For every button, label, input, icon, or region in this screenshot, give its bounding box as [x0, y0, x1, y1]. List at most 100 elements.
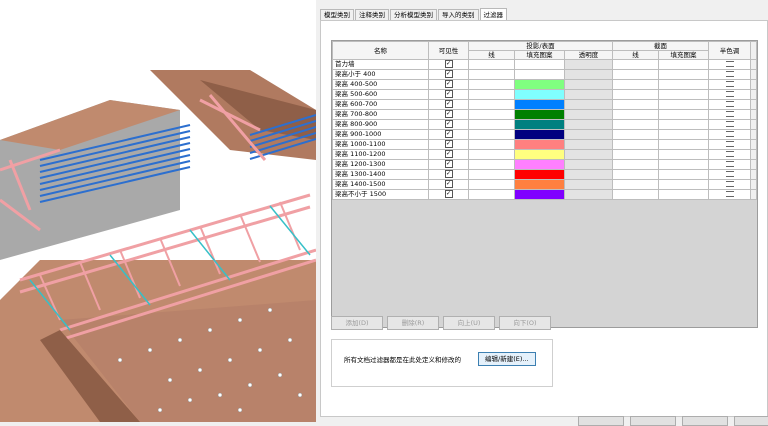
filter-name-cell[interactable]: 首力墙 [332, 59, 429, 70]
projection-lines-cell[interactable] [468, 119, 515, 130]
halftone-toggle[interactable] [725, 61, 734, 67]
visibility-checkbox[interactable]: ✓ [444, 150, 453, 158]
cut-lines-cell[interactable] [612, 149, 659, 160]
filter-row[interactable]: 梁高 900-1000 ✓ [332, 129, 757, 140]
cut-fill-pattern-cell[interactable] [658, 169, 709, 180]
cut-lines-cell[interactable] [612, 159, 659, 170]
halftone-cell[interactable] [708, 99, 751, 110]
halftone-cell[interactable] [708, 149, 751, 160]
halftone-cell[interactable] [708, 59, 751, 70]
tab-analytical-model-categories[interactable]: 分析模型类别 [390, 9, 437, 20]
visibility-checkbox-cell[interactable]: ✓ [428, 119, 469, 130]
filter-row[interactable]: 梁高不小于 1500 ✓ [332, 189, 757, 200]
projection-lines-cell[interactable] [468, 69, 515, 80]
move-up-button[interactable]: 向上(U) [443, 316, 495, 330]
projection-fill-pattern-cell[interactable] [514, 149, 565, 160]
cut-fill-pattern-cell[interactable] [658, 159, 709, 170]
header-name[interactable]: 名称 [332, 41, 429, 60]
filter-name-cell[interactable]: 梁高小于 400 [332, 69, 429, 80]
cut-fill-pattern-cell[interactable] [658, 189, 709, 200]
halftone-cell[interactable] [708, 189, 751, 200]
header-halftone[interactable]: 半色调 [708, 41, 751, 60]
projection-lines-cell[interactable] [468, 79, 515, 90]
filter-row[interactable]: 梁高 700-800 ✓ [332, 109, 757, 120]
cut-fill-pattern-cell[interactable] [658, 99, 709, 110]
projection-lines-cell[interactable] [468, 159, 515, 170]
cut-fill-pattern-cell[interactable] [658, 149, 709, 160]
visibility-checkbox[interactable]: ✓ [444, 90, 453, 98]
move-down-button[interactable]: 向下(O) [499, 316, 551, 330]
tab-annotation-categories[interactable]: 注释类别 [355, 9, 389, 20]
filter-name-cell[interactable]: 梁高 900-1000 [332, 129, 429, 140]
cut-lines-cell[interactable] [612, 59, 659, 70]
add-button[interactable]: 添加(D) [331, 316, 383, 330]
filter-row[interactable]: 首力墙 ✓ [332, 59, 757, 70]
halftone-toggle[interactable] [725, 191, 734, 197]
cut-lines-cell[interactable] [612, 69, 659, 80]
filter-row[interactable]: 梁高 1000-1100 ✓ [332, 139, 757, 150]
projection-fill-pattern-cell[interactable] [514, 179, 565, 190]
3d-viewport[interactable] [0, 0, 316, 422]
filter-row[interactable]: 梁高小于 400 ✓ [332, 69, 757, 80]
visibility-checkbox-cell[interactable]: ✓ [428, 69, 469, 80]
transparency-cell[interactable] [564, 159, 613, 170]
transparency-cell[interactable] [564, 119, 613, 130]
visibility-checkbox[interactable]: ✓ [444, 100, 453, 108]
cut-lines-cell[interactable] [612, 89, 659, 100]
cut-lines-cell[interactable] [612, 99, 659, 110]
header-projection-lines[interactable]: 线 [468, 50, 515, 60]
help-button[interactable] [734, 416, 768, 426]
filter-name-cell[interactable]: 梁高 1200-1300 [332, 159, 429, 170]
filter-name-cell[interactable]: 梁高 1300-1400 [332, 169, 429, 180]
cut-lines-cell[interactable] [612, 179, 659, 190]
visibility-checkbox-cell[interactable]: ✓ [428, 179, 469, 190]
filter-name-cell[interactable]: 梁高 400-500 [332, 79, 429, 90]
projection-lines-cell[interactable] [468, 149, 515, 160]
projection-lines-cell[interactable] [468, 189, 515, 200]
cut-lines-cell[interactable] [612, 109, 659, 120]
apply-button[interactable] [682, 416, 728, 426]
cut-lines-cell[interactable] [612, 79, 659, 90]
cut-lines-cell[interactable] [612, 169, 659, 180]
transparency-cell[interactable] [564, 179, 613, 190]
projection-fill-pattern-cell[interactable] [514, 119, 565, 130]
visibility-checkbox[interactable]: ✓ [444, 160, 453, 168]
visibility-checkbox[interactable]: ✓ [444, 180, 453, 188]
filter-name-cell[interactable]: 梁高 1400-1500 [332, 179, 429, 190]
halftone-cell[interactable] [708, 109, 751, 120]
projection-lines-cell[interactable] [468, 169, 515, 180]
projection-fill-pattern-cell[interactable] [514, 189, 565, 200]
visibility-checkbox[interactable]: ✓ [444, 70, 453, 78]
transparency-cell[interactable] [564, 89, 613, 100]
cut-fill-pattern-cell[interactable] [658, 179, 709, 190]
projection-fill-pattern-cell[interactable] [514, 89, 565, 100]
projection-lines-cell[interactable] [468, 109, 515, 120]
visibility-checkbox-cell[interactable]: ✓ [428, 79, 469, 90]
halftone-cell[interactable] [708, 139, 751, 150]
filter-name-cell[interactable]: 梁高 1100-1200 [332, 149, 429, 160]
transparency-cell[interactable] [564, 59, 613, 70]
visibility-checkbox-cell[interactable]: ✓ [428, 59, 469, 70]
transparency-cell[interactable] [564, 139, 613, 150]
filter-name-cell[interactable]: 梁高 800-900 [332, 119, 429, 130]
transparency-cell[interactable] [564, 99, 613, 110]
cut-lines-cell[interactable] [612, 139, 659, 150]
visibility-checkbox[interactable]: ✓ [444, 60, 453, 68]
halftone-toggle[interactable] [725, 161, 734, 167]
projection-lines-cell[interactable] [468, 99, 515, 110]
halftone-cell[interactable] [708, 69, 751, 80]
halftone-toggle[interactable] [725, 141, 734, 147]
projection-fill-pattern-cell[interactable] [514, 109, 565, 120]
filter-row[interactable]: 梁高 500-600 ✓ [332, 89, 757, 100]
filter-name-cell[interactable]: 梁高 500-600 [332, 89, 429, 100]
visibility-checkbox-cell[interactable]: ✓ [428, 169, 469, 180]
projection-fill-pattern-cell[interactable] [514, 79, 565, 90]
projection-fill-pattern-cell[interactable] [514, 69, 565, 80]
filter-row[interactable]: 梁高 400-500 ✓ [332, 79, 757, 90]
halftone-toggle[interactable] [725, 131, 734, 137]
cut-fill-pattern-cell[interactable] [658, 79, 709, 90]
cut-fill-pattern-cell[interactable] [658, 139, 709, 150]
halftone-toggle[interactable] [725, 121, 734, 127]
projection-lines-cell[interactable] [468, 129, 515, 140]
cut-fill-pattern-cell[interactable] [658, 59, 709, 70]
